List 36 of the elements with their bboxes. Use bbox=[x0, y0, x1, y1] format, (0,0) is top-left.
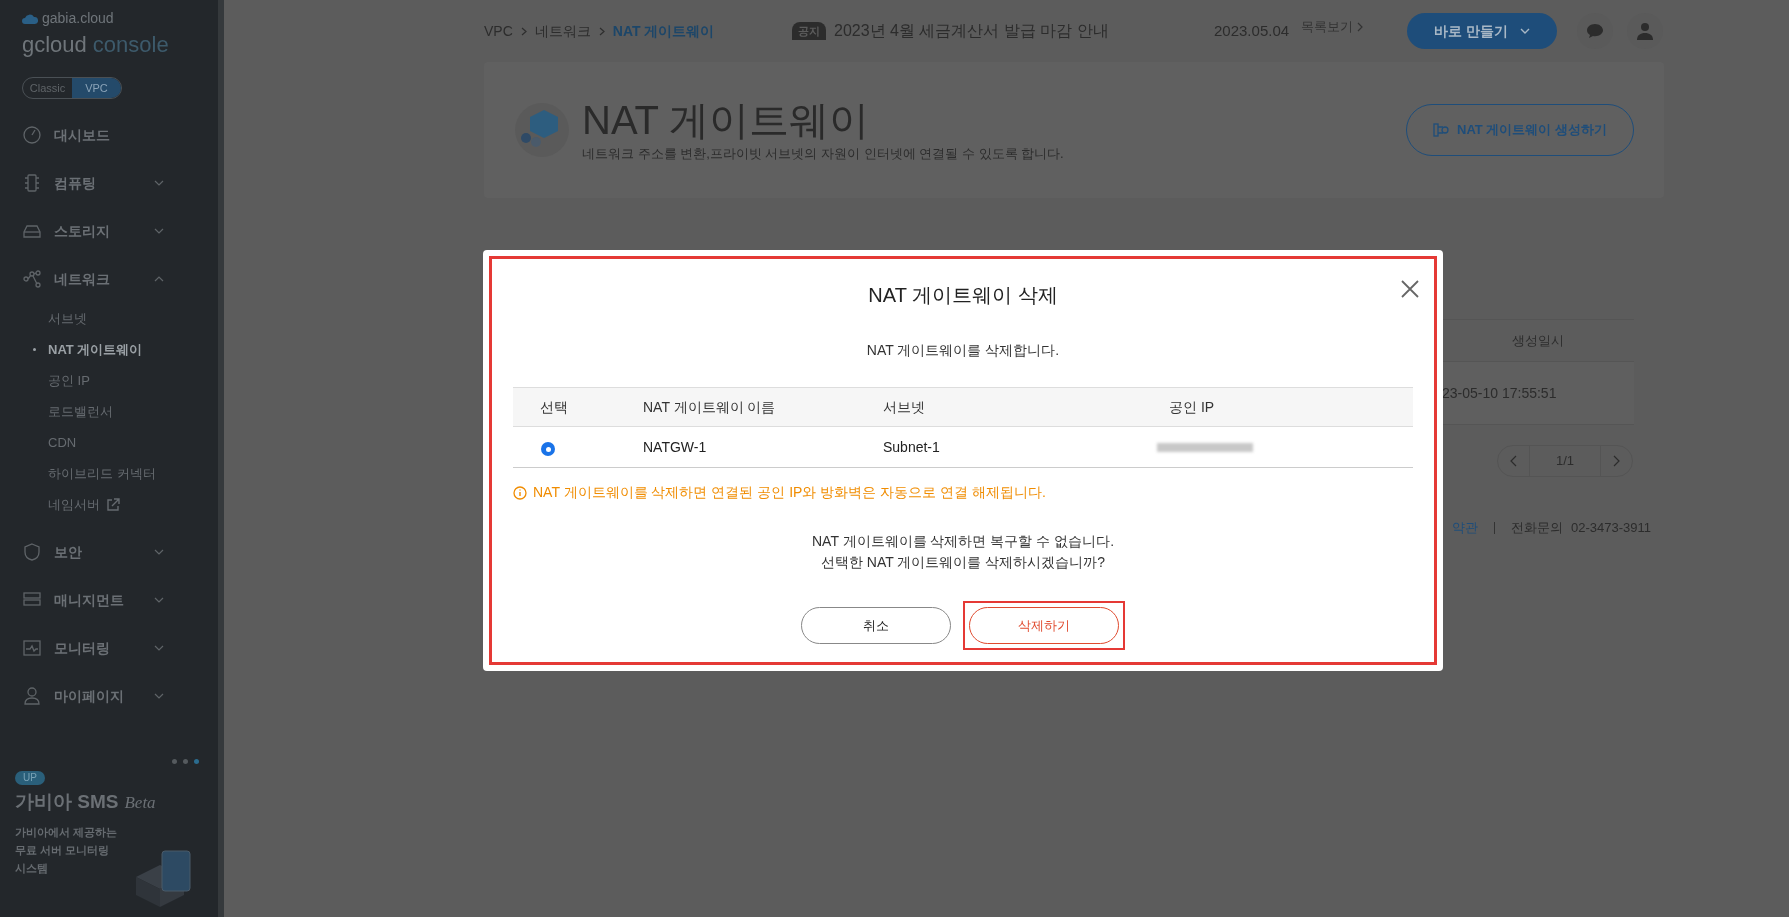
mode-toggle-option[interactable]: Classic bbox=[23, 78, 72, 98]
submenu-item[interactable]: 서브넷 bbox=[0, 303, 218, 334]
confirm-text: NAT 게이트웨이를 삭제하면 복구할 수 없습니다. 선택한 NAT 게이트웨이를 삭제하시겠습니까? bbox=[811, 532, 1114, 572]
mode-toggle-option[interactable]: VPC bbox=[72, 78, 121, 98]
submenu-item[interactable]: 로드밸런서 bbox=[0, 396, 218, 427]
modal-title: NAT 게이트웨이 삭제 bbox=[868, 283, 1058, 308]
warning-text: NAT 게이트웨이를 삭제하면 연결된 공인 IP와 방화벽은 자동으로 연결 해제됩니다. bbox=[533, 483, 1046, 502]
table-cell-text: Subnet-1 bbox=[883, 437, 941, 457]
submenu-item[interactable]: NAT 게이트웨이 bbox=[0, 334, 218, 365]
sidebar-menu-item[interactable]: 스토리지 bbox=[0, 207, 218, 255]
banner-title-suffix: Beta bbox=[124, 792, 156, 814]
logo-text: gcloud bbox=[22, 31, 87, 59]
logo-text: console bbox=[92, 31, 169, 59]
banner-title: 가비아 SMS bbox=[15, 790, 119, 814]
submenu-item[interactable]: 공인 IP bbox=[0, 365, 218, 396]
badge: UP bbox=[15, 771, 45, 785]
submenu-item[interactable]: CDN bbox=[0, 427, 218, 458]
sidebar-menu-item[interactable]: 모니터링 bbox=[0, 624, 218, 672]
sidebar-menu-item[interactable]: 컴퓨팅 bbox=[0, 159, 218, 207]
submenu-item[interactable]: 하이브리드 커넥터 bbox=[0, 458, 218, 489]
sidebar-menu-item[interactable]: 대시보드 bbox=[0, 111, 218, 159]
banner-text: 가비아에서 제공하는 무료 서버 모니터링 시스템 bbox=[15, 824, 119, 876]
sidebar-menu-item[interactable]: 매니지먼트 bbox=[0, 576, 218, 624]
column-header: NAT 게이트웨이 이름 bbox=[643, 397, 777, 417]
sidebar-menu-item[interactable]: 보안 bbox=[0, 528, 218, 576]
sidebar-menu-item[interactable]: 마이페이지 bbox=[0, 672, 218, 720]
modal-message: NAT 게이트웨이를 삭제합니다. bbox=[866, 341, 1060, 360]
breadcrumb-link[interactable]: NAT 게이트웨이 bbox=[612, 20, 715, 42]
submenu-item[interactable]: 네임서버 bbox=[0, 489, 218, 520]
column-header: 공인 IP bbox=[1169, 397, 1216, 417]
sidebar-menu-item[interactable]: 네트워크 bbox=[0, 255, 218, 303]
create-now-button[interactable]: 바로 만들기 bbox=[1407, 13, 1558, 49]
column-header: 선택 bbox=[539, 397, 569, 417]
brand-name: gabia.cloud bbox=[42, 9, 114, 28]
table-cell-text: NATGW-1 bbox=[643, 437, 708, 457]
column-header: 서브넷 bbox=[883, 397, 926, 417]
